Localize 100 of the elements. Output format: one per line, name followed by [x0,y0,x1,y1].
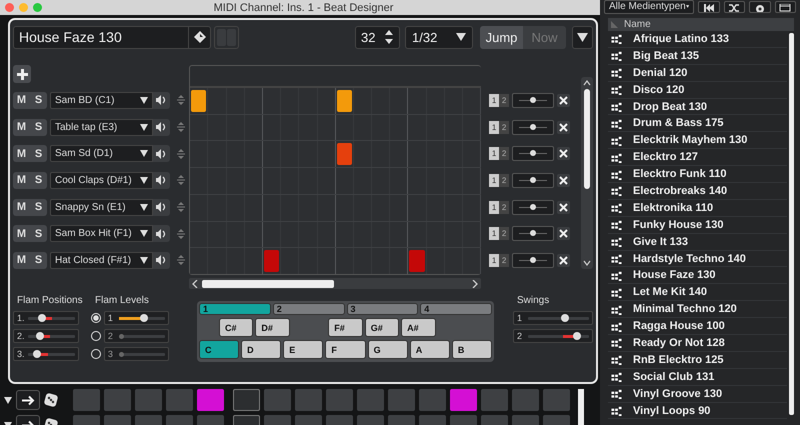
step-cell[interactable] [336,141,354,168]
rewind-button[interactable] [698,1,720,13]
shuffle-button[interactable] [724,1,745,13]
lane-slider[interactable] [512,172,554,188]
flam-level-slider[interactable]: 1 [104,311,169,325]
remove-lane-button[interactable] [557,120,570,134]
pattern-list-item[interactable]: Elektronika 110 [608,200,787,217]
lane-slider[interactable] [512,200,554,215]
pattern-list-item[interactable]: Afrique Latino 133 [608,31,787,48]
step-pad[interactable] [104,389,132,411]
step-pad[interactable] [295,389,322,411]
solo-button[interactable]: S [30,118,47,136]
lane-slider[interactable] [512,146,554,162]
bank-tab[interactable]: 3 [346,303,418,315]
preview-button[interactable] [153,225,170,242]
flam-toggle[interactable]: 1 [489,147,500,160]
pattern-list-item[interactable]: Big Beat 135 [608,48,787,65]
pattern-list-item[interactable]: Denial 120 [608,64,787,82]
drag-handle-icon[interactable] [176,255,186,266]
column-header[interactable]: Name [608,18,794,31]
pattern-list-item[interactable]: Drum & Bass 175 [608,115,787,132]
drag-handle-icon[interactable] [176,122,186,132]
step-cell[interactable] [318,248,336,274]
lane-slider[interactable] [512,92,554,108]
remove-lane-button[interactable] [557,94,570,107]
zoom-button[interactable] [33,3,42,12]
preview-button[interactable] [153,172,170,189]
preset-button[interactable] [189,26,211,48]
mute-button[interactable]: M [13,198,30,216]
step-pad[interactable] [233,389,260,411]
horizontal-scrollbar[interactable] [189,278,482,289]
flam-toggle[interactable]: 2 [499,200,510,214]
step-cell[interactable] [190,88,208,114]
lane-slider[interactable] [512,226,554,242]
step-cell[interactable] [336,168,354,194]
pattern-list-item[interactable]: Elecktro 127 [608,149,787,166]
toggle-pair[interactable] [214,26,239,48]
pattern-list-item[interactable]: Give It 133 [608,234,787,251]
preview-button[interactable] [153,198,170,216]
step-pad[interactable] [264,389,292,411]
preview-button[interactable] [153,118,170,136]
step-cell[interactable] [336,194,354,221]
solo-button[interactable]: S [30,252,47,269]
resolution-dropdown[interactable]: 1/32 [405,26,473,48]
flam-toggle[interactable]: 2 [499,174,510,187]
step-pad[interactable] [135,389,162,411]
step-cell[interactable] [318,114,336,140]
solo-button[interactable]: S [30,198,47,216]
instrument-dropdown[interactable]: Table tap (E3) [50,118,153,136]
solo-button[interactable]: S [30,172,47,189]
pattern-list-item[interactable]: Electrobreaks 140 [608,183,787,200]
lane-slider[interactable] [512,120,554,135]
flam-position-slider[interactable]: 2. [13,329,79,343]
settings-button[interactable] [749,1,770,13]
vertical-scrollbar[interactable] [581,77,593,269]
step-cell[interactable] [336,222,354,248]
pattern-key[interactable]: D# [255,318,290,337]
arrow-button[interactable] [16,390,40,410]
radio-button[interactable] [91,313,101,323]
add-lane-button[interactable] [13,65,31,83]
media-type-dropdown[interactable]: Alle Medientypen [604,0,694,14]
instrument-dropdown[interactable]: Cool Claps (D#1) [50,172,153,189]
swing-slider[interactable]: 2 [513,329,593,343]
step-pad[interactable] [166,389,194,411]
bank-tab[interactable]: 4 [420,303,492,315]
scrollbar[interactable] [578,389,584,425]
step-pad[interactable] [481,389,508,411]
caret-icon[interactable] [4,396,12,404]
step-cell[interactable] [318,88,336,114]
mute-button[interactable]: M [13,92,30,109]
pattern-key[interactable]: E [283,340,324,359]
step-pad[interactable] [326,389,354,411]
preview-button[interactable] [153,92,170,109]
step-cell[interactable] [318,222,336,248]
pattern-list-item[interactable]: Hardstyle Techno 140 [608,250,787,268]
pattern-key[interactable]: F# [328,318,363,337]
list-scrollbar[interactable] [789,33,794,415]
flam-toggle[interactable]: 2 [499,254,510,267]
step-pad[interactable] [197,389,224,411]
flam-toggle[interactable]: 1 [489,174,500,187]
flam-position-slider[interactable]: 1. [13,311,79,325]
pattern-name-field[interactable]: House Faze 130 [13,26,189,48]
step-pad[interactable] [450,389,478,411]
preview-button[interactable] [153,252,170,269]
minimize-button[interactable] [19,3,28,12]
remove-lane-button[interactable] [557,200,570,214]
flam-toggle[interactable]: 1 [489,120,500,134]
step-pad[interactable] [512,389,540,411]
step-cell[interactable] [336,88,354,114]
view-button[interactable] [774,1,796,13]
solo-button[interactable]: S [30,92,47,109]
remove-lane-button[interactable] [557,147,570,160]
close-button[interactable] [5,3,14,12]
flam-toggle[interactable]: 1 [489,94,500,107]
step-cell[interactable] [262,248,282,274]
pattern-list-item[interactable]: Ready Or Not 128 [608,335,787,352]
pattern-list-item[interactable]: House Faze 130 [608,267,787,284]
step-cell[interactable] [408,248,427,274]
bank-tab[interactable]: 2 [272,303,344,315]
jump-mode-button[interactable]: Jump [480,26,523,48]
